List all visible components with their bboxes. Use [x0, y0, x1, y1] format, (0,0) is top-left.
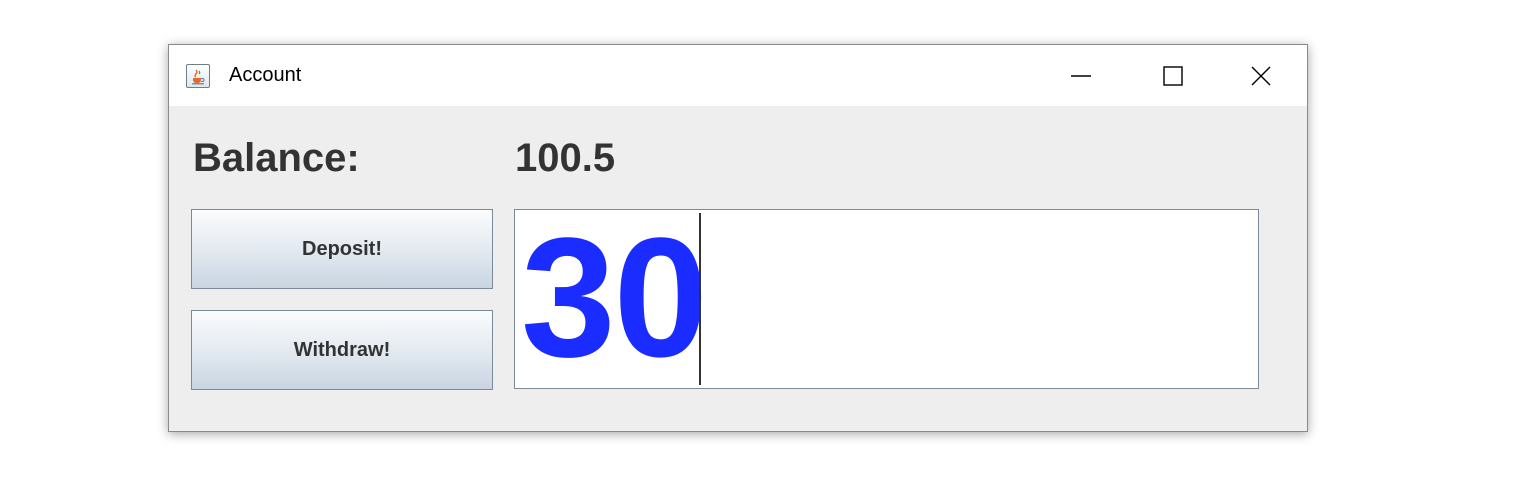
- title-bar[interactable]: Account: [169, 45, 1307, 106]
- java-coffee-cup-icon: [186, 64, 210, 88]
- maximize-button[interactable]: [1127, 45, 1219, 106]
- balance-value: 100.5: [515, 136, 616, 180]
- text-caret: [699, 213, 701, 385]
- withdraw-button[interactable]: Withdraw!: [191, 310, 493, 390]
- amount-input[interactable]: 30: [514, 209, 1259, 389]
- balance-label: Balance:: [193, 136, 360, 180]
- close-button[interactable]: [1215, 45, 1307, 106]
- amount-input-value: 30: [521, 209, 708, 389]
- close-icon: [1251, 66, 1271, 85]
- account-window: Account Balance: 100.5 Deposit! Withdraw…: [168, 44, 1308, 432]
- window-title: Account: [229, 64, 302, 86]
- minimize-button[interactable]: [1035, 45, 1127, 106]
- minimize-icon: [1071, 74, 1091, 77]
- maximize-icon: [1163, 65, 1183, 86]
- deposit-button[interactable]: Deposit!: [191, 209, 493, 289]
